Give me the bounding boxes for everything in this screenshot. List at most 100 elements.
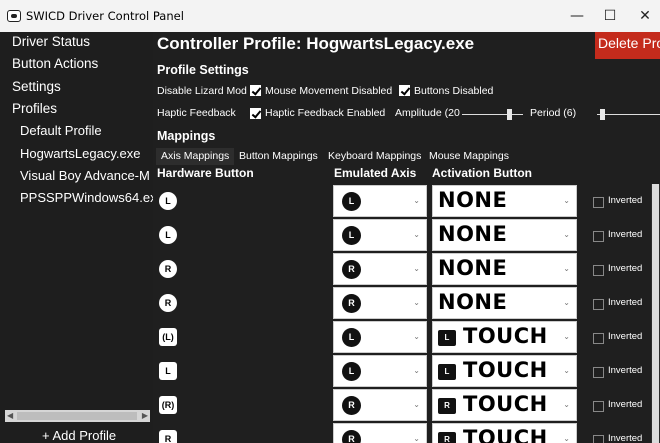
amplitude-label: Amplitude (20 xyxy=(395,107,460,119)
profile-item-ppsspp[interactable]: PPSSPPWindows64.exe xyxy=(20,190,164,205)
scrollbar-thumb[interactable] xyxy=(17,412,137,420)
tab-button-mappings[interactable]: Button Mappings xyxy=(234,148,323,165)
chevron-down-icon: ⌄ xyxy=(413,332,420,341)
inverted-label: Inverted xyxy=(608,331,643,342)
emulated-axis-select[interactable]: L ⌄ xyxy=(333,355,427,387)
period-slider-thumb[interactable] xyxy=(600,109,606,120)
inverted-checkbox[interactable] xyxy=(593,367,604,378)
mapping-row: (L) L ⌄ L TOUCH ⌄ Inverted xyxy=(153,320,660,354)
tab-mouse-mappings[interactable]: Mouse Mappings xyxy=(424,148,514,165)
activation-button-select[interactable]: NONE ⌄ xyxy=(432,219,577,251)
chevron-down-icon: ⌄ xyxy=(413,298,420,307)
inverted-checkbox[interactable] xyxy=(593,299,604,310)
activation-button-select[interactable]: L TOUCH ⌄ xyxy=(432,355,577,387)
title-bar: SWICD Driver Control Panel — ☐ ✕ xyxy=(0,0,660,32)
scrollbar-thumb[interactable] xyxy=(652,184,659,443)
sidebar-item-driver-status[interactable]: Driver Status xyxy=(12,34,90,49)
inverted-checkbox[interactable] xyxy=(593,265,604,276)
profile-item-visual-boy[interactable]: Visual Boy Advance-M xyxy=(20,168,150,183)
emulated-axis-select[interactable]: L ⌄ xyxy=(333,185,427,217)
activation-value: NONE xyxy=(438,290,508,314)
inverted-label: Inverted xyxy=(608,195,643,206)
tab-keyboard-mappings[interactable]: Keyboard Mappings xyxy=(323,148,426,165)
left-stick-horizontal-icon: L xyxy=(342,328,361,347)
amplitude-slider[interactable] xyxy=(462,109,523,120)
chevron-down-icon: ⌄ xyxy=(413,366,420,375)
right-pad-horizontal-icon: (R) xyxy=(159,396,177,414)
scroll-left-icon[interactable]: ◀ xyxy=(7,410,13,422)
buttons-disabled-checkbox[interactable] xyxy=(399,85,410,96)
inverted-checkbox[interactable] xyxy=(593,197,604,208)
chevron-down-icon: ⌄ xyxy=(563,366,570,375)
left-trackpad-horizontal-icon: L xyxy=(159,192,177,210)
chevron-down-icon: ⌄ xyxy=(563,434,570,443)
app-window: SWICD Driver Control Panel — ☐ ✕ Driver … xyxy=(0,0,660,443)
period-label: Period (6) xyxy=(530,107,577,119)
add-profile-button[interactable]: + Add Profile xyxy=(42,428,116,443)
period-slider[interactable] xyxy=(597,109,660,120)
buttons-disabled-label: Buttons Disabled xyxy=(414,85,494,97)
haptic-feedback-enabled-checkbox[interactable] xyxy=(250,108,261,119)
chevron-down-icon: ⌄ xyxy=(413,196,420,205)
inverted-checkbox[interactable] xyxy=(593,401,604,412)
minimize-icon[interactable]: — xyxy=(560,0,594,32)
amplitude-slider-thumb[interactable] xyxy=(506,109,512,120)
mappings-vertical-scrollbar[interactable] xyxy=(651,184,660,443)
right-trackpad-vertical-icon: R xyxy=(159,294,177,312)
mapping-row: R R ⌄ NONE ⌄ Inverted xyxy=(153,252,660,286)
chevron-down-icon: ⌄ xyxy=(413,400,420,409)
inverted-checkbox[interactable] xyxy=(593,231,604,242)
emulated-axis-select[interactable]: R ⌄ xyxy=(333,389,427,421)
left-stick-vertical-icon: L xyxy=(342,362,361,381)
emulated-axis-select[interactable]: L ⌄ xyxy=(333,219,427,251)
emulated-axis-select[interactable]: R ⌄ xyxy=(333,253,427,285)
left-trackpad-vertical-icon: L xyxy=(159,226,177,244)
column-emulated-axis: Emulated Axis xyxy=(334,166,417,180)
mapping-row: L L ⌄ NONE ⌄ Inverted xyxy=(153,218,660,252)
left-pad-horizontal-icon: (L) xyxy=(159,328,177,346)
delete-profile-button[interactable]: Delete Profile xyxy=(595,32,660,59)
right-stick-horizontal-icon: R xyxy=(342,396,361,415)
profile-item-hogwarts[interactable]: HogwartsLegacy.exe xyxy=(20,146,140,161)
activation-value: TOUCH xyxy=(463,324,548,348)
activation-button-select[interactable]: R TOUCH ⌄ xyxy=(432,423,577,443)
right-trackpad-horizontal-icon: R xyxy=(159,260,177,278)
scroll-right-icon[interactable]: ▶ xyxy=(142,410,148,422)
sidebar-item-profiles[interactable]: Profiles xyxy=(12,101,57,116)
mappings-heading: Mappings xyxy=(157,129,216,143)
emulated-axis-select[interactable]: R ⌄ xyxy=(333,287,427,319)
activation-key-icon: R xyxy=(438,398,456,414)
column-hardware-button: Hardware Button xyxy=(157,166,254,180)
chevron-down-icon: ⌄ xyxy=(413,434,420,443)
activation-button-select[interactable]: L TOUCH ⌄ xyxy=(432,321,577,353)
chevron-down-icon: ⌄ xyxy=(563,264,570,273)
activation-button-select[interactable]: NONE ⌄ xyxy=(432,287,577,319)
inverted-checkbox[interactable] xyxy=(593,435,604,443)
mouse-movement-disabled-checkbox[interactable] xyxy=(250,85,261,96)
inverted-label: Inverted xyxy=(608,229,643,240)
activation-button-select[interactable]: R TOUCH ⌄ xyxy=(432,389,577,421)
profile-item-default[interactable]: Default Profile xyxy=(20,123,102,138)
right-pad-vertical-icon: R xyxy=(159,430,177,443)
emulated-axis-select[interactable]: R ⌄ xyxy=(333,423,427,443)
sidebar-item-settings[interactable]: Settings xyxy=(12,79,61,94)
activation-button-select[interactable]: NONE ⌄ xyxy=(432,185,577,217)
inverted-label: Inverted xyxy=(608,433,643,443)
activation-button-select[interactable]: NONE ⌄ xyxy=(432,253,577,285)
right-stick-horizontal-icon: R xyxy=(342,260,361,279)
chevron-down-icon: ⌄ xyxy=(563,332,570,341)
close-icon[interactable]: ✕ xyxy=(628,0,660,32)
tab-axis-mappings[interactable]: Axis Mappings xyxy=(156,148,235,165)
emulated-axis-select[interactable]: L ⌄ xyxy=(333,321,427,353)
chevron-down-icon: ⌄ xyxy=(563,196,570,205)
activation-value: NONE xyxy=(438,222,508,246)
maximize-icon[interactable]: ☐ xyxy=(593,0,627,32)
inverted-checkbox[interactable] xyxy=(593,333,604,344)
mappings-grid: L L ⌄ NONE ⌄ Inverted L L ⌄ NONE ⌄ Inverted R R ⌄ NONE ⌄… xyxy=(153,184,660,443)
sidebar-horizontal-scrollbar[interactable]: ◀ ▶ xyxy=(5,410,150,422)
page-title: Controller Profile: HogwartsLegacy.exe xyxy=(157,34,475,53)
sidebar: Driver Status Button Actions Settings Pr… xyxy=(0,32,164,443)
sidebar-item-button-actions[interactable]: Button Actions xyxy=(12,56,98,71)
mapping-row: L L ⌄ L TOUCH ⌄ Inverted xyxy=(153,354,660,388)
column-activation-button: Activation Button xyxy=(432,166,532,180)
